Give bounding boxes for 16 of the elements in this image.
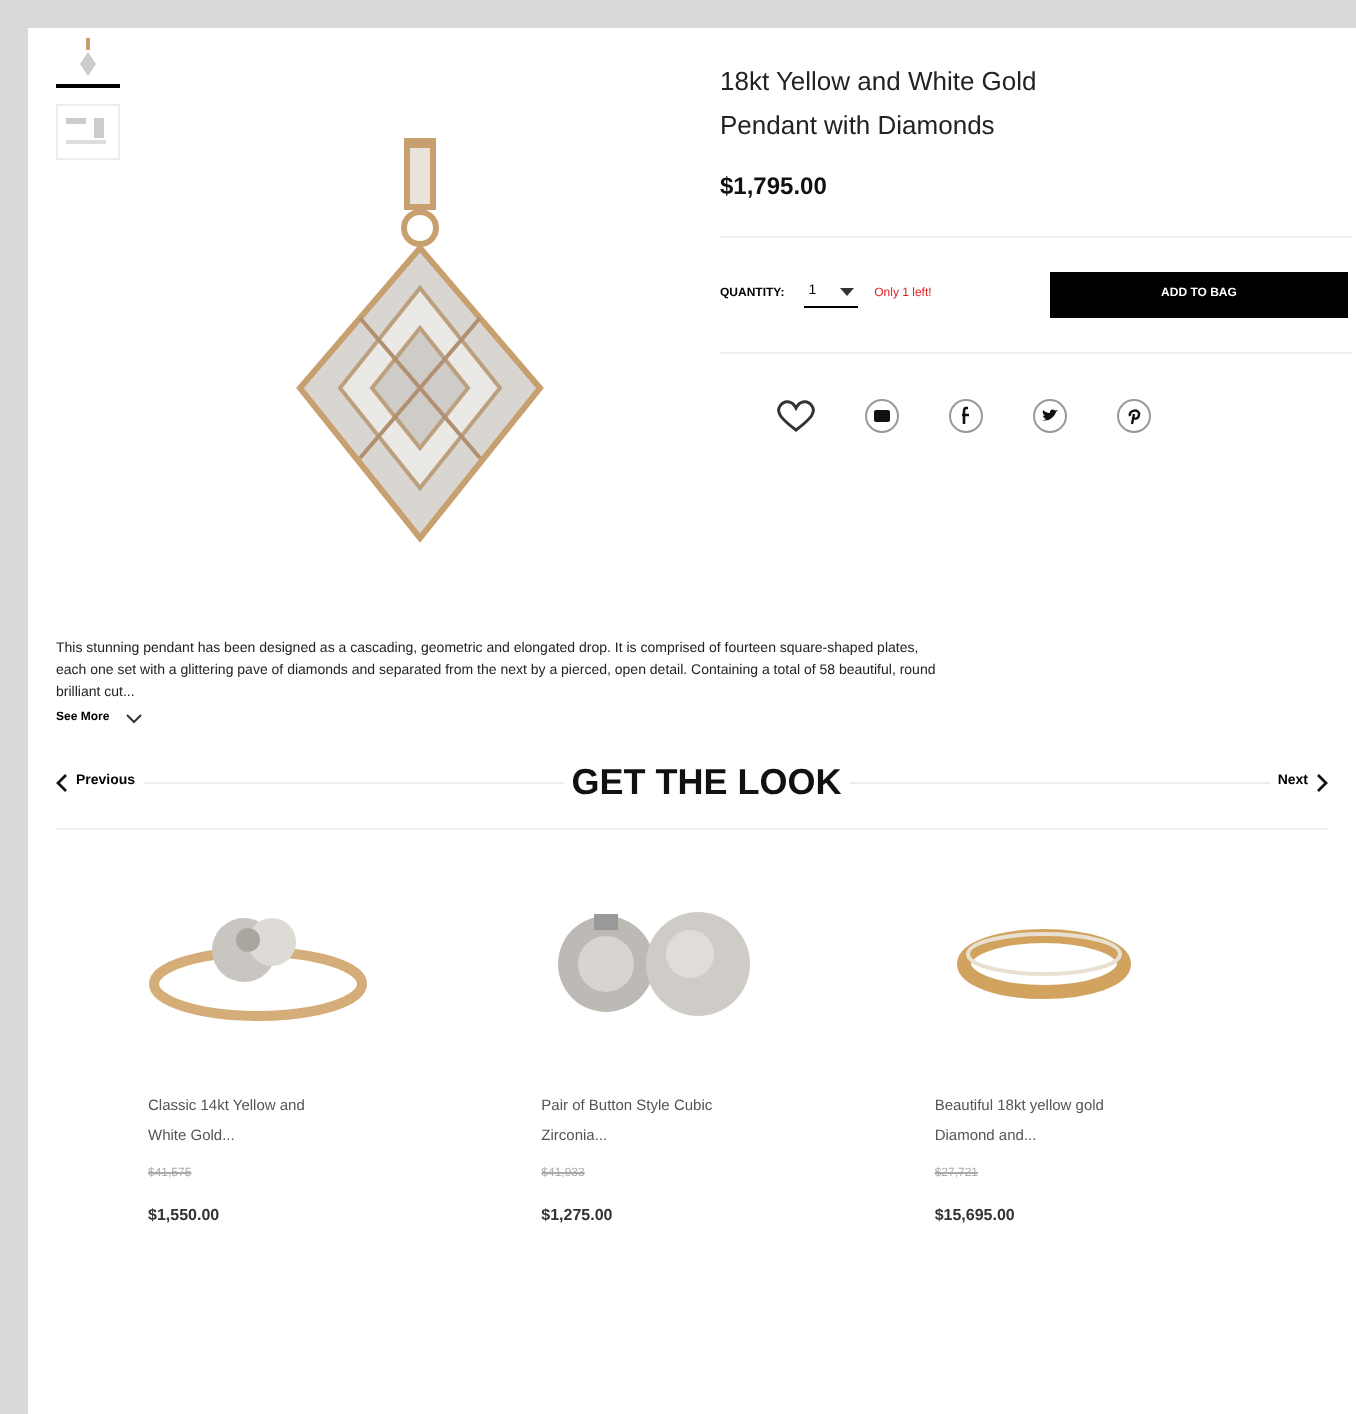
twitter-icon[interactable] — [1032, 398, 1068, 434]
sale-price: $1,550.00 — [148, 1204, 222, 1228]
email-icon[interactable] — [864, 398, 900, 434]
sale-price: $15,695.00 — [934, 1204, 1017, 1228]
product-price: $1,795.00 — [720, 170, 829, 204]
facebook-icon[interactable] — [948, 398, 984, 434]
sale-price: $1,275.00 — [541, 1204, 615, 1228]
heart-icon[interactable] — [776, 398, 816, 434]
caret-icon — [840, 287, 855, 297]
product-title: 18kt Yellow and White Gold Pendant with Diamonds — [720, 64, 1039, 144]
pinterest-icon[interactable] — [1116, 398, 1152, 434]
chevron-right-icon — [1316, 773, 1329, 791]
section-heading: GET THE LOOK — [571, 759, 842, 805]
chevron-down-icon — [125, 714, 142, 724]
chevron-left-icon — [56, 773, 68, 791]
thumbnail[interactable] — [56, 32, 120, 88]
